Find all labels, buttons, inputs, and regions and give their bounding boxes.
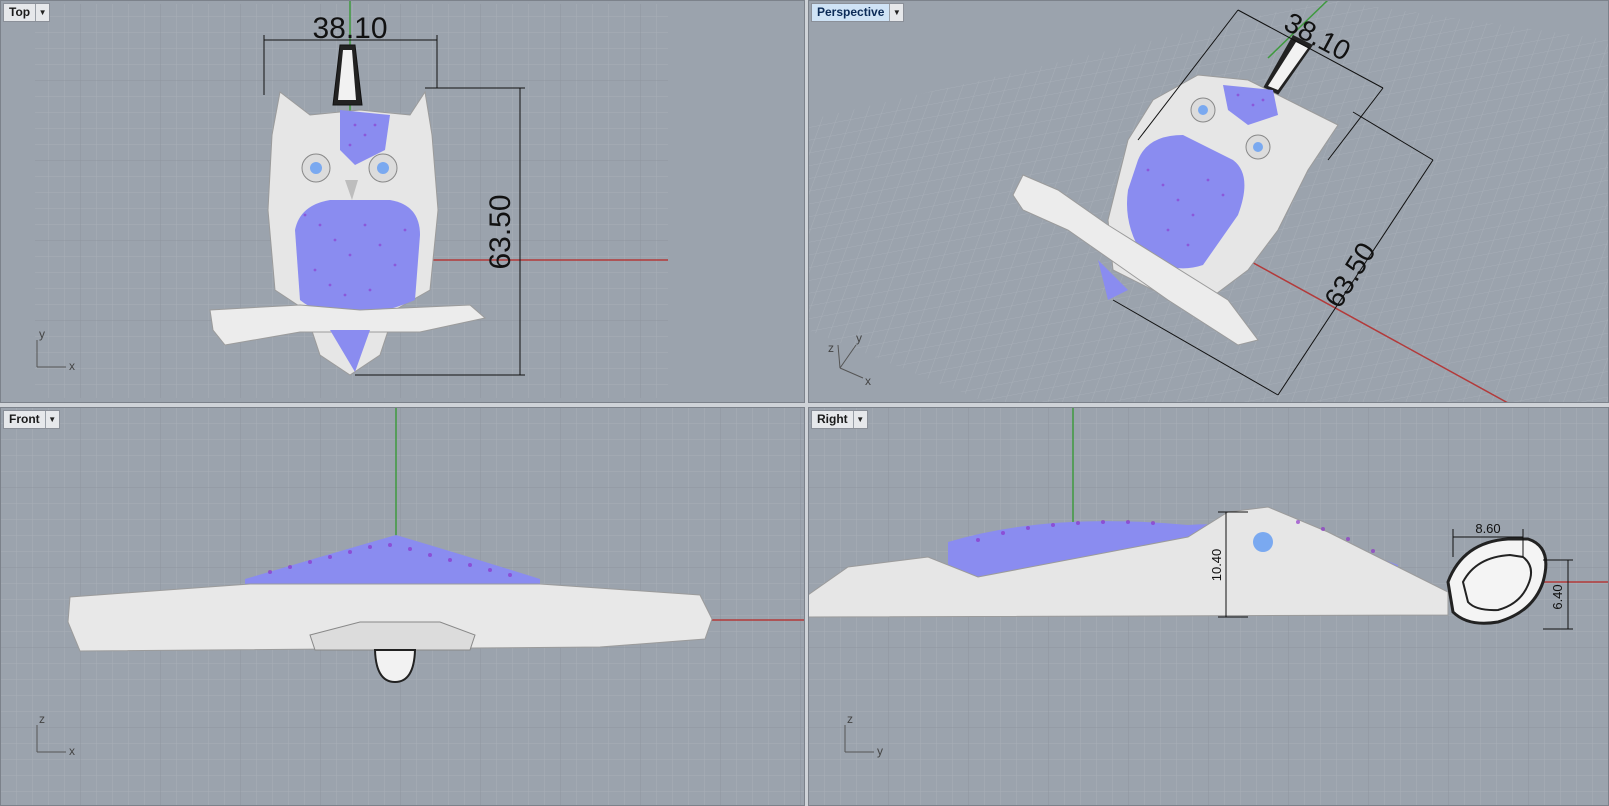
dimension-bail-width-label: 8.60 [1475,521,1500,536]
viewport-front[interactable]: z x Front ▼ [0,407,805,806]
dimension-thickness-label: 10.40 [1209,549,1224,582]
viewport-splitter-horizontal[interactable] [0,403,1609,407]
viewport-title-label: Perspective [812,4,890,21]
viewport-title-label: Front [9,412,40,426]
viewport-title-perspective[interactable]: Perspective ▼ [811,3,905,22]
dimension-bail-height-label: 6.40 [1550,584,1565,609]
dimension-width-label: 38.10 [312,12,387,45]
viewport-front-canvas[interactable]: z x [0,407,805,806]
viewport-right[interactable]: 8.60 10.40 6.40 z y Right ▼ [808,407,1609,806]
axis-label-y: y [39,327,45,341]
axis-label-z: z [39,712,45,726]
axis-label-y: y [856,331,862,345]
axis-label-z: z [828,341,834,355]
viewport-title-top[interactable]: Top ▼ [3,3,51,22]
viewport-perspective-canvas[interactable]: 38.10 63.50 z y x [808,0,1609,403]
chevron-down-icon[interactable]: ▼ [889,4,904,21]
chevron-down-icon[interactable]: ▼ [852,411,867,428]
chevron-down-icon[interactable]: ▼ [44,411,59,428]
viewport-title-right[interactable]: Right ▼ [811,410,868,429]
chevron-down-icon[interactable]: ▼ [35,4,50,21]
axis-label-x: x [69,744,75,758]
viewport-perspective[interactable]: 38.10 63.50 z y x Perspective ▼ [808,0,1609,403]
axis-label-z: z [847,712,853,726]
viewport-title-front[interactable]: Front ▼ [3,410,60,429]
viewport-right-canvas[interactable]: 8.60 10.40 6.40 z y [808,407,1609,806]
viewport-top-canvas[interactable]: 38.10 63.50 y x [0,0,805,403]
viewport-title-label: Right [817,412,848,426]
viewport-top[interactable]: 38.10 63.50 y x Top ▼ [0,0,805,403]
viewport-title-label: Top [9,5,31,19]
rhino-viewport-layout: 38.10 63.50 y x Top ▼ 38.10 63.50 z y x … [0,0,1609,806]
dimension-height-label: 63.50 [484,194,517,269]
axis-label-x: x [865,374,871,388]
axis-label-y: y [877,744,883,758]
axis-label-x: x [69,359,75,373]
